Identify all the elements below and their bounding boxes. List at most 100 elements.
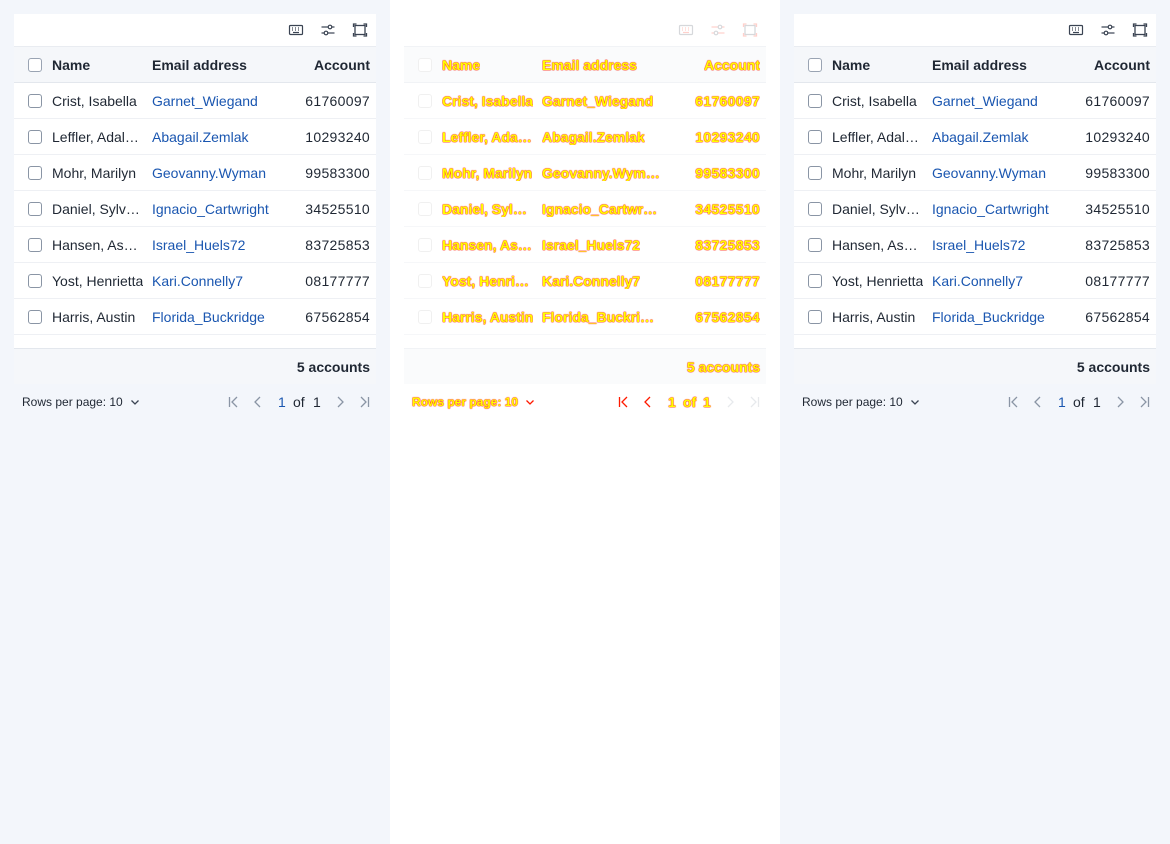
row-checkbox[interactable]: [808, 129, 822, 144]
email-link[interactable]: Kari.Connelly7: [542, 273, 640, 289]
previous-page-icon[interactable]: [250, 394, 266, 410]
next-page-icon[interactable]: [722, 394, 738, 410]
next-page-icon[interactable]: [1112, 394, 1128, 410]
table-row[interactable]: Daniel, Sylvester Ignacio_Cartwright 34525…: [794, 191, 1156, 227]
email-link[interactable]: Abagail.Zemlak: [542, 129, 645, 145]
email-link[interactable]: Israel_Huels72: [932, 237, 1025, 253]
table-row[interactable]: Mohr, Marilyn Geovanny.Wyman 99583300: [14, 155, 376, 191]
email-link[interactable]: Florida_Buckridge: [542, 309, 660, 325]
last-page-icon[interactable]: [746, 394, 762, 410]
table-row[interactable]: Daniel, Sylvester Ignacio_Cartwright 34525…: [14, 191, 376, 227]
fullscreen-icon[interactable]: [1132, 22, 1148, 38]
table-row[interactable]: Harris, Austin Florida_Buckridge 67562854: [14, 299, 376, 335]
row-checkbox[interactable]: [418, 273, 432, 288]
last-page-icon[interactable]: [1136, 394, 1152, 410]
row-checkbox[interactable]: [28, 93, 42, 108]
grid-body[interactable]: Crist, Isabella Garnet_Wiegand 61760097 Lef…: [14, 83, 376, 348]
rows-per-page-select[interactable]: Rows per page: 10: [802, 389, 921, 415]
row-checkbox[interactable]: [808, 201, 822, 216]
row-checkbox[interactable]: [808, 237, 822, 252]
email-link[interactable]: Ignacio_Cartwright: [542, 201, 660, 217]
grid-body[interactable]: Crist, Isabella Garnet_Wiegand 61760097 Lef…: [404, 83, 766, 348]
table-row[interactable]: Mohr, Marilyn Geovanny.Wyman 99583300: [404, 155, 766, 191]
email-link[interactable]: Israel_Huels72: [542, 237, 640, 253]
row-checkbox[interactable]: [418, 309, 432, 324]
table-row[interactable]: Hansen, Ashley Israel_Huels72 83725853: [404, 227, 766, 263]
table-row[interactable]: Hansen, Ashley Israel_Huels72 83725853: [794, 227, 1156, 263]
select-all-checkbox[interactable]: [418, 57, 432, 72]
current-page-number[interactable]: 1: [1058, 389, 1066, 415]
email-link[interactable]: Ignacio_Cartwright: [932, 201, 1049, 217]
current-page-number[interactable]: 1: [668, 389, 676, 415]
row-checkbox[interactable]: [28, 201, 42, 216]
table-row[interactable]: Yost, Henrietta Kari.Connelly7 08177777: [404, 263, 766, 299]
table-row[interactable]: Hansen, Ashley Israel_Huels72 83725853: [14, 227, 376, 263]
filter-settings-icon[interactable]: [710, 22, 726, 38]
column-header-account[interactable]: Account: [1052, 47, 1150, 82]
email-link[interactable]: Kari.Connelly7: [932, 273, 1023, 289]
fullscreen-icon[interactable]: [352, 22, 368, 38]
column-header-account[interactable]: Account: [662, 47, 760, 82]
previous-page-icon[interactable]: [1030, 394, 1046, 410]
email-link[interactable]: Garnet_Wiegand: [152, 93, 258, 109]
select-all-checkbox[interactable]: [808, 57, 822, 72]
rows-per-page-select[interactable]: Rows per page: 10: [412, 389, 536, 415]
current-page-number[interactable]: 1: [278, 389, 286, 415]
email-link[interactable]: Geovanny.Wyman: [932, 165, 1046, 181]
keyboard-icon[interactable]: [1068, 22, 1084, 38]
keyboard-icon[interactable]: [678, 22, 694, 38]
table-row[interactable]: Yost, Henrietta Kari.Connelly7 08177777: [14, 263, 376, 299]
table-row[interactable]: Leffler, Adalberto Abagail.Zemlak 10293240: [404, 119, 766, 155]
table-row[interactable]: Mohr, Marilyn Geovanny.Wyman 99583300: [794, 155, 1156, 191]
row-checkbox[interactable]: [808, 273, 822, 288]
first-page-icon[interactable]: [616, 394, 632, 410]
row-checkbox[interactable]: [28, 309, 42, 324]
table-row[interactable]: Yost, Henrietta Kari.Connelly7 08177777: [794, 263, 1156, 299]
table-row[interactable]: Crist, Isabella Garnet_Wiegand 61760097: [404, 83, 766, 119]
row-checkbox[interactable]: [418, 129, 432, 144]
email-link[interactable]: Abagail.Zemlak: [932, 129, 1029, 145]
column-header-name[interactable]: Name: [52, 47, 144, 82]
table-row[interactable]: Crist, Isabella Garnet_Wiegand 61760097: [14, 83, 376, 119]
email-link[interactable]: Geovanny.Wyman: [152, 165, 266, 181]
row-checkbox[interactable]: [418, 237, 432, 252]
last-page-icon[interactable]: [356, 394, 372, 410]
column-header-email[interactable]: Email address: [932, 47, 1050, 82]
email-link[interactable]: Geovanny.Wyman: [542, 165, 660, 181]
email-link[interactable]: Israel_Huels72: [152, 237, 245, 253]
email-link[interactable]: Garnet_Wiegand: [932, 93, 1038, 109]
row-checkbox[interactable]: [28, 129, 42, 144]
row-checkbox[interactable]: [28, 273, 42, 288]
email-link[interactable]: Ignacio_Cartwright: [152, 201, 269, 217]
row-checkbox[interactable]: [418, 165, 432, 180]
email-link[interactable]: Abagail.Zemlak: [152, 129, 249, 145]
filter-settings-icon[interactable]: [320, 22, 336, 38]
email-link[interactable]: Garnet_Wiegand: [542, 93, 653, 109]
table-row[interactable]: Leffler, Adalberto Abagail.Zemlak 10293240: [14, 119, 376, 155]
row-checkbox[interactable]: [28, 165, 42, 180]
column-header-name[interactable]: Name: [832, 47, 924, 82]
fullscreen-icon[interactable]: [742, 22, 758, 38]
next-page-icon[interactable]: [332, 394, 348, 410]
table-row[interactable]: Harris, Austin Florida_Buckridge 67562854: [794, 299, 1156, 335]
filter-settings-icon[interactable]: [1100, 22, 1116, 38]
row-checkbox[interactable]: [808, 309, 822, 324]
table-row[interactable]: Crist, Isabella Garnet_Wiegand 61760097: [794, 83, 1156, 119]
select-all-checkbox[interactable]: [28, 57, 42, 72]
column-header-account[interactable]: Account: [272, 47, 370, 82]
table-row[interactable]: Harris, Austin Florida_Buckridge 67562854: [404, 299, 766, 335]
keyboard-icon[interactable]: [288, 22, 304, 38]
table-row[interactable]: Daniel, Sylvester Ignacio_Cartwright 34525…: [404, 191, 766, 227]
previous-page-icon[interactable]: [640, 394, 656, 410]
first-page-icon[interactable]: [226, 394, 242, 410]
email-link[interactable]: Kari.Connelly7: [152, 273, 243, 289]
row-checkbox[interactable]: [418, 201, 432, 216]
table-row[interactable]: Leffler, Adalberto Abagail.Zemlak 10293240: [794, 119, 1156, 155]
email-link[interactable]: Florida_Buckridge: [152, 309, 265, 325]
column-header-email[interactable]: Email address: [152, 47, 270, 82]
rows-per-page-select[interactable]: Rows per page: 10: [22, 389, 141, 415]
grid-body[interactable]: Crist, Isabella Garnet_Wiegand 61760097 Lef…: [794, 83, 1156, 348]
row-checkbox[interactable]: [28, 237, 42, 252]
row-checkbox[interactable]: [808, 93, 822, 108]
column-header-email[interactable]: Email address: [542, 47, 660, 82]
